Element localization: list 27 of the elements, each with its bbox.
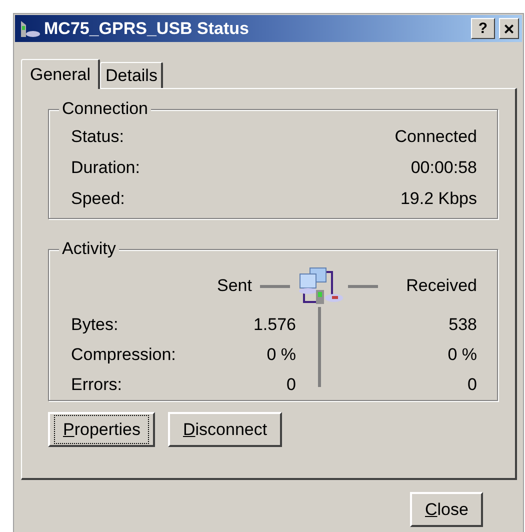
field-value: Connected [394,126,477,148]
field-label: Compression: [71,344,176,366]
received-value: 538 [448,314,477,336]
close-dialog-button[interactable]: Close [410,492,484,527]
tab[interactable]: Details [100,62,164,88]
sent-value: 0 % [266,344,296,366]
received-heading: Received [406,275,477,298]
properties-button[interactable]: Properties [48,412,156,447]
field-value: 00:00:58 [410,157,477,179]
window-title: MC75_GPRS_USB Status [44,18,250,40]
disconnect-button[interactable]: Disconnect [168,412,282,447]
received-value: 0 % [448,344,477,366]
network-connection-icon [18,18,40,38]
field-label: Bytes: [71,314,118,336]
tab[interactable]: General [21,59,100,89]
field-label: Speed: [71,188,125,210]
field-label: Errors: [71,374,122,396]
field-label: Duration: [71,157,140,179]
close-button[interactable]: × [499,18,519,39]
field-value: 19.2 Kbps [400,188,477,210]
received-value: 0 [468,374,477,396]
sent-heading: Sent [217,275,252,298]
group-title: Activity [59,239,119,259]
sent-value: 0 [286,374,296,396]
help-button[interactable]: ? [471,18,495,39]
field-label: Status: [71,126,124,148]
sent-value: 1.576 [253,314,296,336]
